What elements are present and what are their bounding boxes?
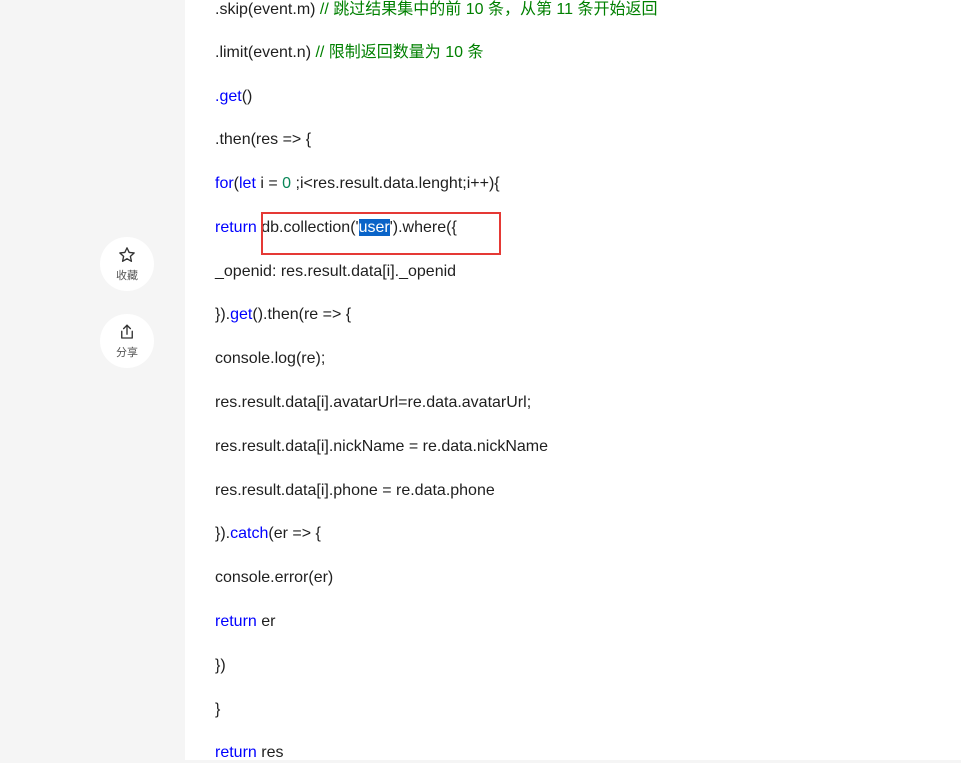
code-text: _openid: res.result.data[i]._openid [215,263,457,280]
code-keyword: return [215,744,257,761]
code-text: () [241,88,253,105]
star-icon [119,246,135,262]
code-line: .limit(event.n) // 限制返回数量为 10 条 [215,43,484,63]
code-keyword: for [215,175,234,192]
favorite-button[interactable]: 收藏 [100,237,154,291]
code-keyword: catch [230,525,269,542]
code-text: }) [215,657,226,674]
code-text: i = [255,175,283,192]
code-keyword: return [215,219,257,236]
code-text: ().then(re => { [252,306,352,323]
code-text: ').where({ [389,219,457,236]
code-text: res.result.data[i].phone = re.data.phone [215,482,495,499]
code-text: console.error(er) [215,569,334,586]
share-label: 分享 [116,346,138,359]
code-text: } [215,701,221,718]
code-text: console.log(re); [215,350,326,367]
code-line: .skip(event.m) // 跳过结果集中的前 10 条，从第 11 条开… [215,0,657,20]
code-number: 0 [282,175,292,192]
code-text: db.collection(' [256,219,359,236]
code-text: }). [215,525,231,542]
code-text: (er => { [268,525,321,542]
code-keyword: let [239,175,256,192]
code-line: }).catch(er => { [215,524,321,544]
code-line: _openid: res.result.data[i]._openid [215,262,456,282]
code-line: res.result.data[i].phone = re.data.phone [215,481,495,501]
code-line: console.error(er) [215,568,333,588]
code-keyword: .get [215,88,242,105]
code-line: }) [215,656,226,676]
favorite-label: 收藏 [116,269,138,282]
code-text: .then(res => { [215,131,312,148]
code-text: res [256,744,284,761]
code-line: }).get().then(re => { [215,305,351,325]
code-keyword: get [230,306,253,323]
code-line: } [215,700,220,720]
code-text: res.result.data[i].avatarUrl=re.data.ava… [215,394,532,411]
code-comment: // 跳过结果集中的前 10 条，从第 11 条开始返回 [319,1,658,18]
code-text: .limit(event.n) [215,44,316,61]
code-line: .then(res => { [215,130,311,150]
code-line: res.result.data[i].nickName = re.data.ni… [215,437,548,457]
article-content [185,0,961,760]
code-line: console.log(re); [215,349,325,369]
code-comment: // 限制返回数量为 10 条 [315,44,484,61]
share-icon [121,324,133,339]
code-text: .skip(event.m) [215,1,320,18]
code-keyword: return [215,613,257,630]
code-line: return res [215,743,283,763]
selected-text[interactable]: user [358,219,390,236]
share-button[interactable]: 分享 [100,314,154,368]
code-line: return db.collection('user').where({ [215,218,457,238]
code-text: res.result.data[i].nickName = re.data.ni… [215,438,549,455]
code-line: res.result.data[i].avatarUrl=re.data.ava… [215,393,531,413]
code-line: for(let i = 0 ;i<res.result.data.lenght;… [215,174,500,194]
code-text: er [256,613,276,630]
code-text: }). [215,306,231,323]
code-text: ;i<res.result.data.lenght;i++){ [291,175,500,192]
code-line: return er [215,612,275,632]
code-line: .get() [215,87,252,107]
